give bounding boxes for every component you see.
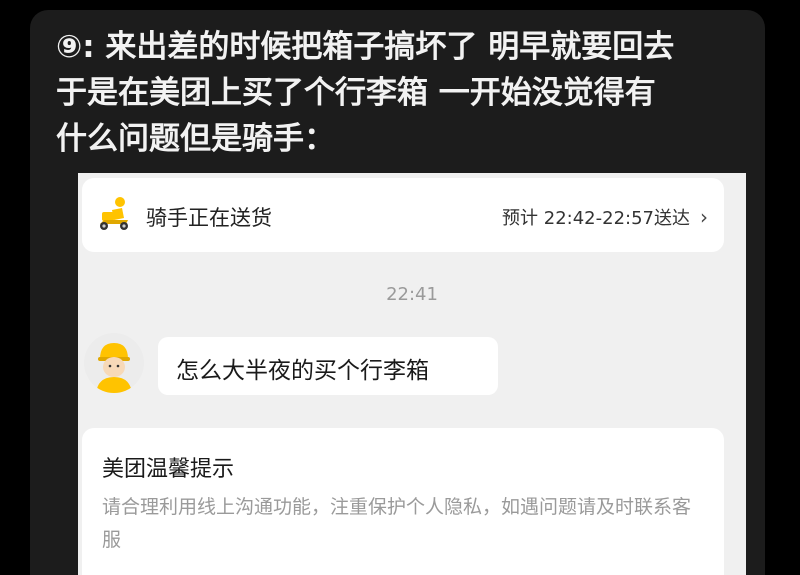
delivery-eta-text: 预计 22:42-22:57送达: [502, 208, 690, 229]
chat-message-text: 怎么大半夜的买个行李箱: [176, 358, 429, 384]
post-line-1: ⑨: 来出差的时候把箱子搞坏了 明早就要回去: [56, 29, 675, 65]
rider-avatar-graphic: [96, 343, 132, 393]
rider-scooter-icon: [100, 197, 128, 230]
post-line-2: 于是在美团上买了个行李箱 一开始没觉得有: [56, 75, 656, 111]
chevron-right-icon: ›: [700, 205, 708, 229]
chat-message-bubble: 怎么大半夜的买个行李箱: [158, 337, 498, 395]
meituan-chat-screenshot: 骑手正在送货 预计 22:42-22:57送达 › 22:41 怎么大半夜的买个行…: [78, 173, 746, 575]
delivery-eta: 预计 22:42-22:57送达 ›: [502, 204, 708, 230]
delivery-status-label: 骑手正在送货: [146, 206, 272, 230]
rider-avatar-icon[interactable]: [84, 333, 144, 393]
meituan-tip-card: 美团温馨提示 请合理利用线上沟通功能，注重保护个人隐私，如遇问题请及时联系客服: [82, 428, 724, 575]
post-card: ⑨: 来出差的时候把箱子搞坏了 明早就要回去 于是在美团上买了个行李箱 一开始没…: [30, 10, 765, 575]
delivery-status-card[interactable]: 骑手正在送货 预计 22:42-22:57送达 ›: [82, 178, 724, 252]
tip-title: 美团温馨提示: [102, 457, 235, 482]
post-text: ⑨: 来出差的时候把箱子搞坏了 明早就要回去 于是在美团上买了个行李箱 一开始没…: [56, 24, 756, 162]
tip-body: 请合理利用线上沟通功能，注重保护个人隐私，如遇问题请及时联系客服: [102, 496, 692, 551]
chat-timestamp: 22:41: [386, 284, 438, 305]
post-line-3: 什么问题但是骑手：: [56, 121, 335, 157]
